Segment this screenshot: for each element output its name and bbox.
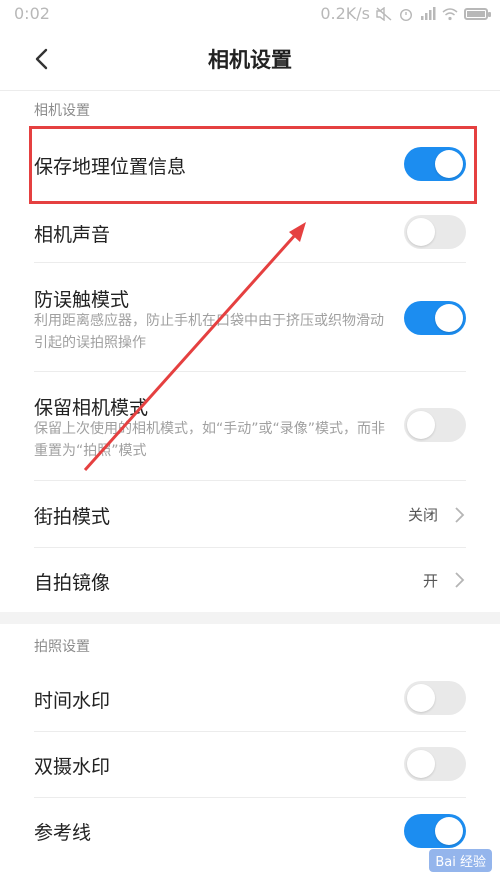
setting-value: 开 — [422, 572, 438, 590]
setting-value: 关闭 — [407, 506, 438, 524]
setting-label: 参考线 — [34, 822, 92, 844]
setting-time-watermark[interactable]: 时间水印 — [0, 666, 500, 730]
top-bar: 相机设置 — [0, 28, 500, 90]
status-bar: 0:02 0.2K/s — [0, 0, 500, 28]
camera-sound-toggle[interactable] — [404, 215, 466, 249]
toggle-knob — [435, 304, 463, 332]
setting-description: 保留上次使用的相机模式，如“手动”或“录像”模式，而非重置为“拍照”模式 — [34, 421, 386, 459]
setting-street-mode[interactable]: 街拍模式 关闭 — [0, 481, 500, 547]
status-time: 0:02 — [14, 4, 50, 23]
setting-label: 相机声音 — [34, 224, 111, 246]
mute-icon — [376, 6, 392, 21]
setting-label: 保留相机模式 — [34, 397, 149, 419]
toggle-knob — [407, 750, 435, 778]
setting-description: 利用距离感应器，防止手机在口袋中由于挤压或织物滑动引起的误拍照操作 — [34, 313, 384, 351]
dual-watermark-toggle[interactable] — [404, 747, 466, 781]
time-watermark-toggle[interactable] — [404, 681, 466, 715]
toggle-knob — [407, 411, 435, 439]
toggle-knob — [407, 684, 435, 712]
highlight-box — [29, 126, 477, 204]
header-divider — [0, 90, 500, 91]
setting-label: 街拍模式 — [34, 506, 111, 528]
setting-label: 时间水印 — [34, 690, 111, 712]
setting-dual-watermark[interactable]: 双摄水印 — [0, 732, 500, 796]
wifi-icon — [442, 7, 458, 20]
setting-keep-mode[interactable]: 保留相机模式 保留上次使用的相机模式，如“手动”或“录像”模式，而非重置为“拍照… — [0, 372, 500, 480]
section-label-photo: 拍照设置 — [34, 639, 90, 655]
toggle-knob — [407, 218, 435, 246]
watermark: Bai 经验 — [429, 849, 492, 872]
network-speed: 0.2K/s — [320, 4, 370, 23]
toggle-knob — [435, 817, 463, 845]
chevron-right-icon — [455, 507, 465, 523]
keep-mode-toggle[interactable] — [404, 408, 466, 442]
setting-anti-touch[interactable]: 防误触模式 利用距离感应器，防止手机在口袋中由于挤压或织物滑动引起的误拍照操作 — [0, 263, 500, 371]
setting-camera-sound[interactable]: 相机声音 — [0, 204, 500, 260]
setting-grid-lines[interactable]: 参考线 — [0, 798, 500, 864]
anti-touch-toggle[interactable] — [404, 301, 466, 335]
chevron-right-icon — [455, 572, 465, 588]
grid-lines-toggle[interactable] — [404, 814, 466, 848]
setting-label: 自拍镜像 — [34, 572, 111, 594]
section-label-camera: 相机设置 — [34, 103, 90, 119]
setting-label: 双摄水印 — [34, 756, 111, 778]
battery-icon — [464, 7, 491, 20]
section-gap — [0, 612, 500, 624]
page-title: 相机设置 — [208, 48, 292, 72]
setting-selfie-mirror[interactable]: 自拍镜像 开 — [0, 548, 500, 612]
alarm-icon — [400, 8, 412, 21]
setting-label: 防误触模式 — [34, 289, 130, 311]
signal-icon — [421, 6, 436, 20]
